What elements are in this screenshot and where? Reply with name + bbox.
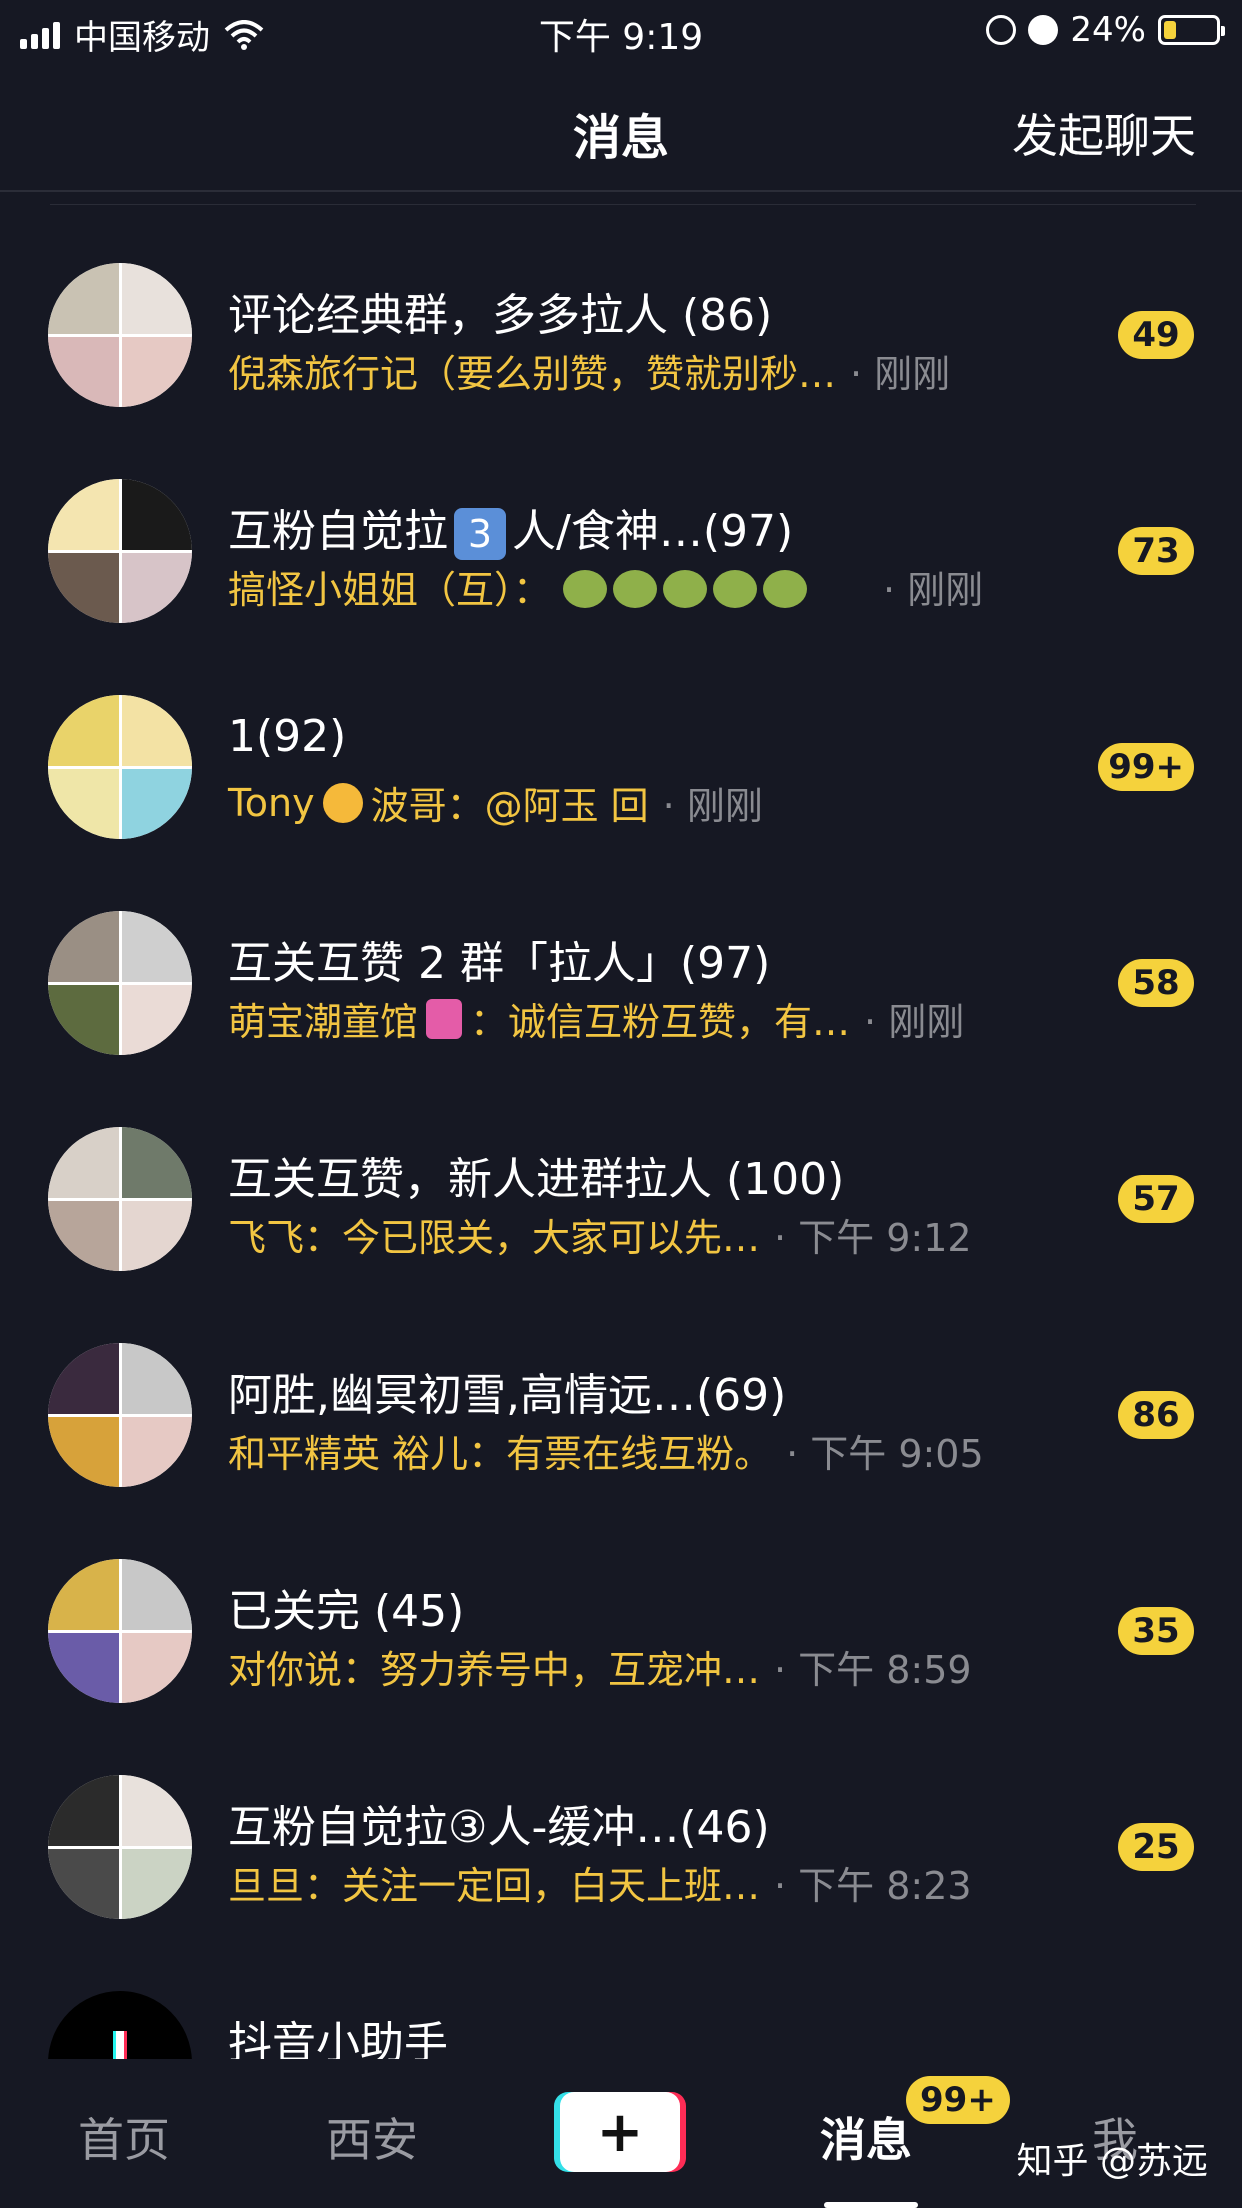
douyin-assistant-avatar	[48, 1991, 192, 2059]
chat-preview: 对你说：努力养号中，互宠冲…	[228, 1648, 761, 1692]
header: 消息 发起聊天	[0, 62, 1242, 192]
status-bar: 中国移动 下午 9:19 24%	[0, 0, 1242, 62]
unread-badge: 35	[1118, 1607, 1194, 1655]
battery-percent: 24%	[1070, 10, 1146, 50]
unread-badge: 73	[1118, 527, 1194, 575]
active-tab-indicator	[824, 2202, 918, 2208]
chat-name: 互关互赞，新人进群拉人 (100)	[228, 1154, 845, 1205]
chat-row[interactable]: 互粉自觉拉③人-缓冲…(46) 旦旦：关注一定回，白天上班… · 下午 8:23…	[0, 1735, 1242, 1951]
unread-badge: 49	[1118, 311, 1194, 359]
chat-row[interactable]: 1(92) Tony 波哥：@阿玉 回 · 刚刚 99+	[0, 655, 1242, 871]
chat-row[interactable]: 互粉自觉拉 3 人/食神…(97) 搞怪小姐姐（互）： · 刚刚 73	[0, 439, 1242, 655]
chat-preview-line: 和平精英 裕儿：有票在线互粉。 · 下午 9:05	[228, 1423, 984, 1478]
chat-preview-line: 对你说：努力养号中，互宠冲… · 下午 8:59	[228, 1639, 972, 1694]
chat-preview-sender: Tony	[228, 780, 315, 825]
chat-preview-line: 倪森旅行记（要么别赞，赞就别秒… · 刚刚	[228, 343, 950, 398]
chat-name: 互粉自觉拉 3 人/食神…(97)	[228, 495, 793, 560]
chat-preview: 飞飞：今已限关，大家可以先…	[228, 1216, 761, 1260]
douyin-logo-icon	[113, 2031, 127, 2059]
unread-badge: 99+	[1098, 743, 1194, 791]
unread-badge: 25	[1118, 1823, 1194, 1871]
start-chat-button[interactable]: 发起聊天	[1012, 100, 1196, 166]
unread-badge: 58	[1118, 959, 1194, 1007]
battery-icon	[1158, 15, 1225, 45]
chat-row[interactable]: 互关互赞 2 群「拉人」(97) 萌宝潮童馆 ：诚信互粉互赞，有… · 刚刚 5…	[0, 871, 1242, 1087]
chat-preview-line: 飞飞：今已限关，大家可以先… · 下午 9:12	[228, 1207, 972, 1262]
chat-preview: 倪森旅行记（要么别赞，赞就别秒…	[228, 352, 837, 396]
chat-name: 互粉自觉拉③人-缓冲…(46)	[228, 1802, 770, 1853]
chat-row[interactable]: 已关完 (45) 对你说：努力养号中，互宠冲… · 下午 8:59 35	[0, 1519, 1242, 1735]
chat-row[interactable]: 抖音小助手	[0, 1951, 1242, 2059]
group-avatar	[48, 695, 192, 839]
unread-badge: 57	[1118, 1175, 1194, 1223]
chat-list[interactable]: 评论经典群，多多拉人 (86) 倪森旅行记（要么别赞，赞就别秒… · 刚刚 49…	[0, 223, 1242, 2059]
chat-preview: 波哥：@阿玉 回	[370, 784, 649, 828]
chat-row[interactable]: 互关互赞，新人进群拉人 (100) 飞飞：今已限关，大家可以先… · 下午 9:…	[0, 1087, 1242, 1303]
thinking-emoji-icon	[322, 782, 363, 823]
chat-preview: 和平精英 裕儿：有票在线互粉。	[228, 1432, 773, 1476]
chat-preview-line: 搞怪小姐姐（互）： · 刚刚	[228, 559, 983, 614]
chat-name: 评论经典群，多多拉人 (86)	[228, 290, 773, 341]
group-avatar	[48, 1559, 192, 1703]
nav-messages[interactable]: 消息	[820, 2104, 912, 2170]
group-avatar	[48, 1775, 192, 1919]
chat-row[interactable]: 阿胜,幽冥初雪,高情远…(69) 和平精英 裕儿：有票在线互粉。 · 下午 9:…	[0, 1303, 1242, 1519]
chat-time: · 刚刚	[662, 784, 763, 828]
create-button[interactable]: +	[560, 2092, 680, 2172]
group-avatar	[48, 263, 192, 407]
chat-time: · 刚刚	[850, 352, 951, 396]
sunglasses-emoji-icons	[563, 565, 813, 609]
chat-name: 已关完 (45)	[228, 1586, 465, 1637]
keycap-3-icon: 3	[454, 508, 506, 560]
shopping-bag-emoji-icon	[426, 998, 463, 1039]
chat-time: · 刚刚	[883, 568, 984, 612]
chat-name: 互关互赞 2 群「拉人」(97)	[228, 938, 771, 989]
watermark: 知乎 @苏远	[1016, 2141, 1208, 2182]
divider	[50, 204, 1196, 205]
chat-row[interactable]: 评论经典群，多多拉人 (86) 倪森旅行记（要么别赞，赞就别秒… · 刚刚 49	[0, 223, 1242, 439]
chat-time: · 下午 9:12	[774, 1216, 972, 1260]
alarm-icon	[1028, 15, 1059, 45]
chat-name: 抖音小助手	[228, 2018, 448, 2059]
chat-name: 1(92)	[228, 711, 347, 762]
chat-preview: 搞怪小姐姐（互）：	[228, 568, 552, 612]
chat-time: · 刚刚	[864, 1000, 965, 1044]
messages-unread-badge: 99+	[906, 2076, 1010, 2124]
chat-time: · 下午 8:23	[774, 1864, 972, 1908]
nav-city[interactable]: 西安	[326, 2104, 418, 2170]
chat-name: 阿胜,幽冥初雪,高情远…(69)	[228, 1370, 787, 1421]
group-avatar	[48, 479, 192, 623]
rotation-lock-icon	[986, 15, 1017, 45]
unread-badge: 86	[1118, 1391, 1194, 1439]
chat-preview: ：诚信互粉互赞，有…	[470, 1000, 851, 1044]
group-avatar	[48, 911, 192, 1055]
group-avatar	[48, 1343, 192, 1487]
chat-time: · 下午 8:59	[774, 1648, 972, 1692]
group-avatar	[48, 1127, 192, 1271]
chat-preview: 旦旦：关注一定回，白天上班…	[228, 1864, 761, 1908]
nav-home[interactable]: 首页	[78, 2104, 170, 2170]
chat-preview-line: Tony 波哥：@阿玉 回 · 刚刚	[228, 775, 763, 830]
chat-preview-line: 旦旦：关注一定回，白天上班… · 下午 8:23	[228, 1855, 972, 1910]
chat-preview-sender: 萌宝潮童馆	[228, 1000, 419, 1044]
chat-preview-line: 萌宝潮童馆 ：诚信互粉互赞，有… · 刚刚	[228, 991, 964, 1046]
chat-time: · 下午 9:05	[786, 1432, 984, 1476]
